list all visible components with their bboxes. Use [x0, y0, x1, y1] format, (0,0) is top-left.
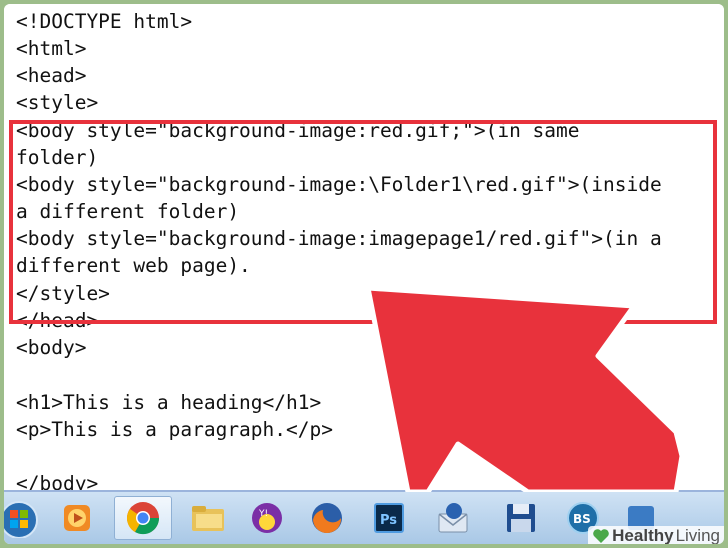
screenshot-frame: <!DOCTYPE html> <html> <head> <style> <b… — [4, 4, 724, 544]
chrome-icon[interactable] — [114, 496, 172, 540]
start-orb-icon[interactable] — [4, 496, 42, 540]
watermark-brand-light: Living — [675, 526, 720, 544]
watermark-brand-bold: Healthy — [612, 526, 674, 544]
firefox-icon[interactable] — [304, 496, 350, 540]
file-explorer-icon[interactable] — [182, 496, 234, 540]
yahoo-messenger-icon[interactable]: Y! — [244, 496, 290, 540]
thunderbird-icon[interactable] — [430, 496, 476, 540]
media-player-icon[interactable] — [54, 496, 100, 540]
svg-text:Ps: Ps — [380, 513, 397, 528]
code-editor[interactable]: <!DOCTYPE html> <html> <head> <style> <b… — [4, 4, 724, 492]
healthy-living-watermark: Healthy Living — [588, 526, 724, 544]
photoshop-icon[interactable]: Ps — [366, 496, 412, 540]
svg-text:BS: BS — [573, 512, 591, 526]
svg-text:Y!: Y! — [258, 509, 268, 519]
arrow-icon — [365, 285, 685, 492]
save-floppy-icon[interactable] — [498, 496, 544, 540]
heart-icon — [593, 529, 609, 543]
